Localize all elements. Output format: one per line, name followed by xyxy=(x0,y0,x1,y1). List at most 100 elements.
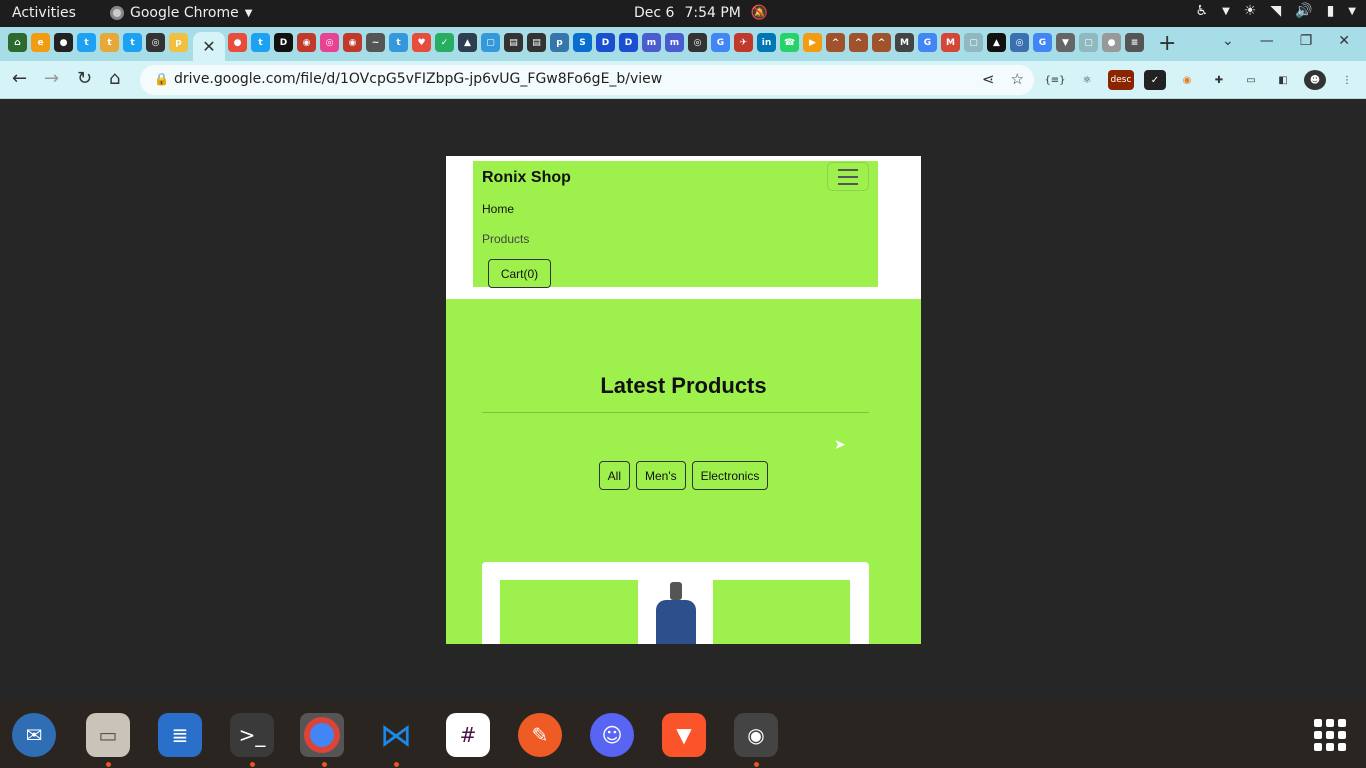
active-tab[interactable]: ✕ xyxy=(193,32,225,61)
sap-icon[interactable]: S xyxy=(573,33,592,52)
address-bar[interactable]: 🔒 drive.google.com/file/d/1OVcpG5vFIZbpG… xyxy=(140,65,1034,95)
python-icon[interactable]: p xyxy=(169,33,188,52)
side-panel-icon[interactable]: ◧ xyxy=(1272,70,1294,90)
filter-electronics-button[interactable]: Electronics xyxy=(691,461,769,490)
twitter-icon[interactable]: t xyxy=(389,33,408,52)
show-applications-icon[interactable] xyxy=(1314,719,1346,751)
slack-icon[interactable]: # xyxy=(446,713,490,757)
globe-icon[interactable]: ◎ xyxy=(146,33,165,52)
d-icon[interactable]: D xyxy=(619,33,638,52)
react-devtools-icon[interactable]: ⚛ xyxy=(1076,70,1098,90)
cart-button[interactable]: Cart(0) xyxy=(488,259,551,288)
new-tab-button[interactable]: + xyxy=(1158,31,1176,56)
checklist-icon[interactable]: ✓ xyxy=(1144,70,1166,90)
forward-icon[interactable]: → xyxy=(44,68,59,89)
bookmark-star-icon[interactable]: ☆ xyxy=(1011,70,1024,88)
mm-icon[interactable]: M xyxy=(895,33,914,52)
tab-icon[interactable]: ▤ xyxy=(504,33,523,52)
hat-icon[interactable]: ^ xyxy=(849,33,868,52)
ecma-icon[interactable]: e xyxy=(31,33,50,52)
twitter-icon[interactable]: t xyxy=(251,33,270,52)
globe-icon[interactable]: ◎ xyxy=(1010,33,1029,52)
wave-icon[interactable]: ~ xyxy=(366,33,385,52)
postman-icon[interactable]: ✎ xyxy=(518,713,562,757)
github-icon[interactable]: ● xyxy=(54,33,73,52)
files-icon[interactable]: ▭ xyxy=(86,713,130,757)
writer-icon[interactable]: ≣ xyxy=(158,713,202,757)
filter-all-button[interactable]: All xyxy=(598,461,630,490)
filter-mens-button[interactable]: Men's xyxy=(636,461,686,490)
puzzle-icon[interactable]: ✚ xyxy=(1208,70,1230,90)
twitter-icon[interactable]: t xyxy=(123,33,142,52)
tab-icon[interactable]: ● xyxy=(1102,33,1121,52)
tampermonkey-icon[interactable]: ⌂ xyxy=(8,33,27,52)
d-icon[interactable]: D xyxy=(596,33,615,52)
bird-icon[interactable]: ✓ xyxy=(435,33,454,52)
close-window-icon[interactable]: ✕ xyxy=(1338,33,1350,49)
web-icon[interactable]: ◉ xyxy=(343,33,362,52)
home-icon[interactable]: ⌂ xyxy=(109,68,120,89)
share-icon[interactable]: ⋖ xyxy=(982,70,995,88)
vscode-icon[interactable]: ⋈ xyxy=(374,713,418,757)
app-icon[interactable]: ✈ xyxy=(734,33,753,52)
gmail-icon[interactable]: M xyxy=(941,33,960,52)
cast-icon[interactable]: ▭ xyxy=(1240,70,1262,90)
brand-link[interactable]: Ronix Shop xyxy=(482,169,571,187)
menu-icon[interactable]: ⋮ xyxy=(1336,70,1358,90)
system-tray[interactable]: ♿ ▼ ☀ ◥ 🔊 ▮ ▼ xyxy=(1196,3,1356,19)
whatsapp-icon[interactable]: ☎ xyxy=(780,33,799,52)
hat-icon[interactable]: ^ xyxy=(826,33,845,52)
nav-products[interactable]: Products xyxy=(482,232,529,246)
activities-button[interactable]: Activities xyxy=(12,5,76,21)
lock-icon[interactable]: 🔒 xyxy=(154,72,169,86)
web-icon[interactable]: ◉ xyxy=(297,33,316,52)
brave-icon[interactable]: ▼ xyxy=(662,713,706,757)
tab-search-icon[interactable]: ⌄ xyxy=(1222,33,1234,49)
google-icon[interactable]: G xyxy=(1033,33,1052,52)
t-icon[interactable]: t xyxy=(100,33,119,52)
chrome-dock-icon[interactable] xyxy=(300,713,344,757)
chat-icon[interactable]: ● xyxy=(228,33,247,52)
product-card[interactable] xyxy=(482,562,869,644)
volume-icon: 🔊 xyxy=(1295,3,1313,19)
hamburger-menu-icon[interactable] xyxy=(827,162,869,191)
tab-icon[interactable]: ▢ xyxy=(1079,33,1098,52)
color-picker-icon[interactable]: ◉ xyxy=(1176,70,1198,90)
linkedin-icon[interactable]: in xyxy=(757,33,776,52)
nav-home[interactable]: Home xyxy=(482,202,514,216)
tab-icon[interactable]: ▢ xyxy=(964,33,983,52)
shield-icon[interactable]: ▲ xyxy=(458,33,477,52)
terminal-icon[interactable]: >_ xyxy=(230,713,274,757)
dev-icon[interactable]: D xyxy=(274,33,293,52)
discord-icon[interactable]: ☺ xyxy=(590,713,634,757)
hat-icon[interactable]: ^ xyxy=(872,33,891,52)
back-icon[interactable]: ← xyxy=(12,68,27,89)
tab-icon[interactable]: ▼ xyxy=(1056,33,1075,52)
tab-icon[interactable]: ▢ xyxy=(481,33,500,52)
running-indicator xyxy=(394,762,399,767)
google-icon[interactable]: G xyxy=(711,33,730,52)
app-menu[interactable]: Google Chrome ▼ xyxy=(110,5,252,21)
screenshot-tool-icon[interactable]: ◉ xyxy=(734,713,778,757)
google-icon[interactable]: G xyxy=(918,33,937,52)
m-icon[interactable]: m xyxy=(642,33,661,52)
maximize-icon[interactable]: ❐ xyxy=(1300,33,1313,49)
m-icon[interactable]: m xyxy=(665,33,684,52)
heart-icon[interactable]: ♥ xyxy=(412,33,431,52)
desc-extension-icon[interactable]: desc xyxy=(1108,70,1134,90)
ring-icon[interactable]: ◎ xyxy=(320,33,339,52)
aws-icon[interactable]: ▲ xyxy=(987,33,1006,52)
profile-avatar[interactable]: ☻ xyxy=(1304,70,1326,90)
clock[interactable]: Dec 6 7:54 PM 🔕 xyxy=(634,5,768,21)
thunderbird-icon[interactable]: ✉ xyxy=(12,713,56,757)
tab-icon[interactable]: ▶ xyxy=(803,33,822,52)
python-icon[interactable]: p xyxy=(550,33,569,52)
close-icon[interactable]: ✕ xyxy=(202,37,215,56)
json-viewer-icon[interactable]: {≡} xyxy=(1044,70,1066,90)
globe-icon[interactable]: ◎ xyxy=(688,33,707,52)
twitter-icon[interactable]: t xyxy=(77,33,96,52)
reload-icon[interactable]: ↻ xyxy=(77,68,92,89)
tab-icon[interactable]: ▤ xyxy=(527,33,546,52)
minimize-icon[interactable]: — xyxy=(1260,33,1274,49)
list-icon[interactable]: ≡ xyxy=(1125,33,1144,52)
